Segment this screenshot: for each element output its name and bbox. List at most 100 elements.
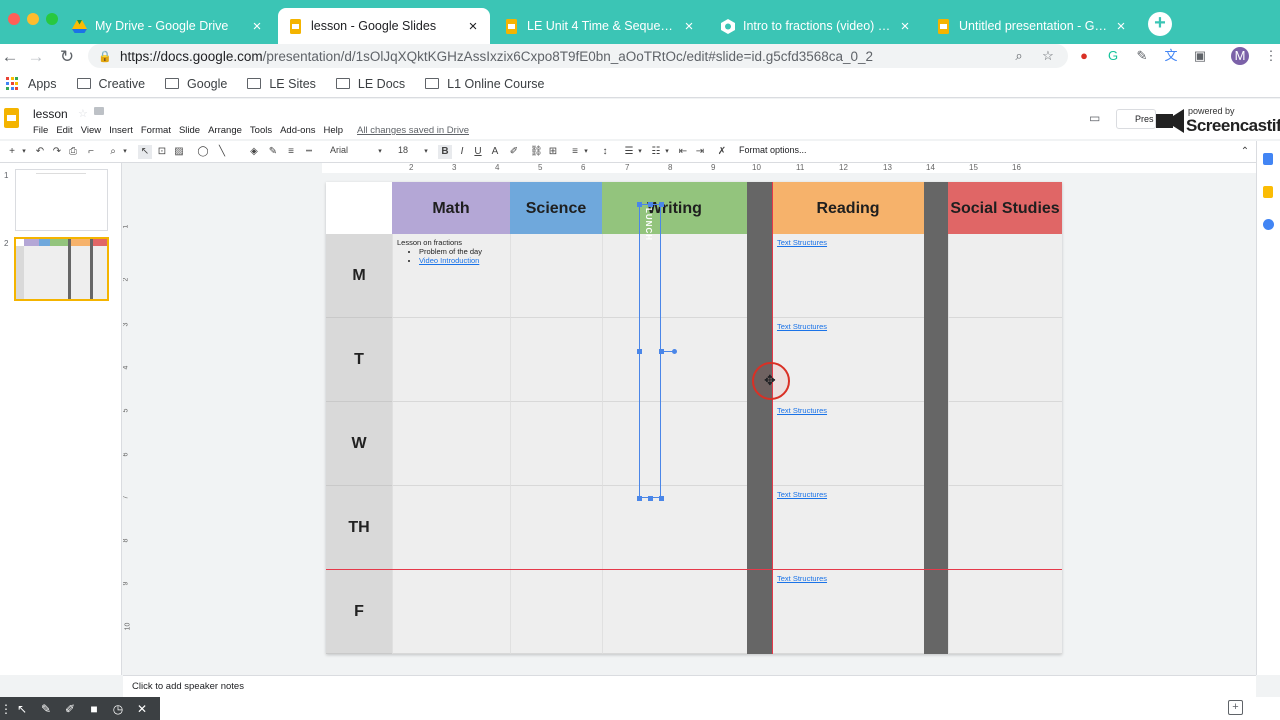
table-cell[interactable] [602, 234, 747, 318]
image-icon[interactable]: ▨ [173, 145, 185, 159]
explore-icon[interactable]: + [1228, 700, 1243, 715]
video-introduction-link[interactable]: Video Introduction [419, 256, 479, 265]
pointer-icon[interactable]: ↖ [10, 702, 34, 716]
resize-handle[interactable] [659, 496, 664, 501]
menu-view[interactable]: View [81, 125, 101, 136]
zoom-icon[interactable]: ⌕ [107, 145, 119, 159]
browser-tab[interactable]: Intro to fractions (video) | Frac × [710, 8, 922, 44]
day-label[interactable]: TH [326, 486, 392, 570]
timer-icon[interactable]: ◷ [106, 702, 130, 716]
address-bar[interactable]: 🔒 https://docs.google.com/presentation/d… [88, 44, 1068, 68]
text-structures-link[interactable]: Text Structures [777, 574, 827, 583]
undo-icon[interactable]: ↶ [34, 145, 46, 159]
table-cell[interactable] [392, 570, 510, 654]
bookmark-folder[interactable]: L1 Online Course [425, 77, 544, 91]
translate-icon[interactable]: 文 [1162, 47, 1180, 65]
table-cell[interactable] [602, 486, 747, 570]
keep-icon[interactable] [1263, 186, 1273, 198]
speaker-notes[interactable]: Click to add speaker notes [123, 675, 1256, 697]
comment-add-icon[interactable]: ⊞ [547, 145, 559, 159]
highlighter-icon[interactable]: ✐ [58, 702, 82, 716]
chevron-down-icon[interactable]: ▾ [636, 145, 644, 159]
star-icon[interactable]: ☆ [1039, 47, 1057, 65]
close-icon[interactable]: × [1114, 18, 1128, 35]
format-options-button[interactable]: Format options... [739, 145, 807, 155]
fill-color-icon[interactable]: ◈ [248, 145, 260, 159]
table-cell[interactable] [510, 234, 602, 318]
text-structures-link[interactable]: Text Structures [777, 238, 827, 247]
header-writing[interactable]: Writing [602, 182, 747, 234]
table-cell[interactable] [392, 402, 510, 486]
increase-indent-icon[interactable]: ⇥ [694, 145, 706, 159]
chevron-down-icon[interactable]: ▾ [121, 145, 129, 159]
new-slide-icon[interactable]: + [6, 145, 18, 159]
close-window-button[interactable] [8, 13, 20, 25]
underline-icon[interactable]: U [472, 145, 484, 159]
grammarly-icon[interactable]: G [1104, 47, 1122, 65]
menu-format[interactable]: Format [141, 125, 171, 136]
table-cell[interactable] [392, 486, 510, 570]
calendar-icon[interactable] [1263, 153, 1273, 165]
rotate-handle[interactable] [672, 349, 677, 354]
bookmark-folder[interactable]: Google [165, 77, 227, 91]
table-cell[interactable] [948, 234, 1062, 318]
resize-handle[interactable] [648, 202, 653, 207]
horizontal-ruler[interactable]: 2 3 4 5 6 7 8 9 10 11 12 13 14 15 16 [322, 163, 1256, 173]
highlight-icon[interactable]: ✐ [508, 145, 520, 159]
redo-icon[interactable]: ↷ [51, 145, 63, 159]
forward-arrow-icon[interactable]: → [26, 47, 46, 67]
more-vert-icon[interactable]: ⋮ [1262, 47, 1280, 65]
menu-help[interactable]: Help [323, 125, 343, 136]
table-cell[interactable] [948, 570, 1062, 654]
text-structures-link[interactable]: Text Structures [777, 322, 827, 331]
eyedropper-icon[interactable]: ✎ [1133, 47, 1151, 65]
lunch-label[interactable]: LUNCH [644, 208, 653, 241]
slide-thumbnail-selected[interactable] [14, 237, 109, 301]
resize-handle[interactable] [637, 349, 642, 354]
google-slides-icon[interactable] [4, 108, 19, 128]
table-cell[interactable] [510, 570, 602, 654]
link-icon[interactable]: ⛓ [530, 145, 543, 159]
day-label[interactable]: F [326, 570, 392, 654]
day-label[interactable]: M [326, 234, 392, 318]
resize-handle[interactable] [659, 202, 664, 207]
align-icon[interactable]: ≡ [569, 145, 581, 159]
avatar[interactable]: M [1231, 47, 1249, 65]
text-box-icon[interactable]: ⊡ [156, 145, 168, 159]
menu-tools[interactable]: Tools [250, 125, 272, 136]
bookmark-folder[interactable]: Creative [76, 77, 145, 91]
menu-arrange[interactable]: Arrange [208, 125, 242, 136]
menu-add-ons[interactable]: Add-ons [280, 125, 315, 136]
bulleted-list-icon[interactable]: ☷ [650, 145, 662, 159]
close-icon[interactable]: × [466, 18, 480, 35]
day-label[interactable]: T [326, 318, 392, 402]
reload-icon[interactable]: ↻ [57, 47, 77, 67]
line-icon[interactable]: ╲ [216, 145, 228, 159]
tasks-icon[interactable] [1263, 219, 1274, 230]
resize-handle[interactable] [637, 496, 642, 501]
header-science[interactable]: Science [510, 182, 602, 234]
text-structures-link[interactable]: Text Structures [777, 406, 827, 415]
camera-icon[interactable]: ■ [82, 702, 106, 716]
search-icon[interactable]: ⌕ [1010, 47, 1028, 65]
close-icon[interactable]: × [250, 18, 264, 35]
menu-insert[interactable]: Insert [109, 125, 133, 136]
chevron-down-icon[interactable]: ▾ [20, 145, 28, 159]
text-structures-link[interactable]: Text Structures [777, 490, 827, 499]
math-monday-text[interactable]: Lesson on fractions Problem of the day V… [397, 238, 482, 265]
table-cell[interactable] [602, 570, 747, 654]
browser-tab[interactable]: LE Unit 4 Time & Sequence - G × [494, 8, 706, 44]
chevron-down-icon[interactable]: ▾ [422, 145, 430, 159]
table-cell[interactable] [948, 402, 1062, 486]
table-cell[interactable] [392, 318, 510, 402]
drag-handle-icon[interactable]: ⋮ [0, 702, 12, 716]
decrease-indent-icon[interactable]: ⇤ [677, 145, 689, 159]
new-tab-button[interactable]: + [1148, 12, 1172, 36]
table-cell[interactable] [948, 318, 1062, 402]
select-arrow-icon[interactable]: ↖ [138, 145, 152, 159]
extension-icon[interactable]: ▣ [1191, 47, 1209, 65]
day-label[interactable]: W [326, 402, 392, 486]
line-spacing-icon[interactable]: ↕ [599, 145, 611, 159]
bookmark-folder[interactable]: LE Docs [335, 77, 405, 91]
chevron-up-icon[interactable]: ⌃ [1239, 145, 1251, 159]
